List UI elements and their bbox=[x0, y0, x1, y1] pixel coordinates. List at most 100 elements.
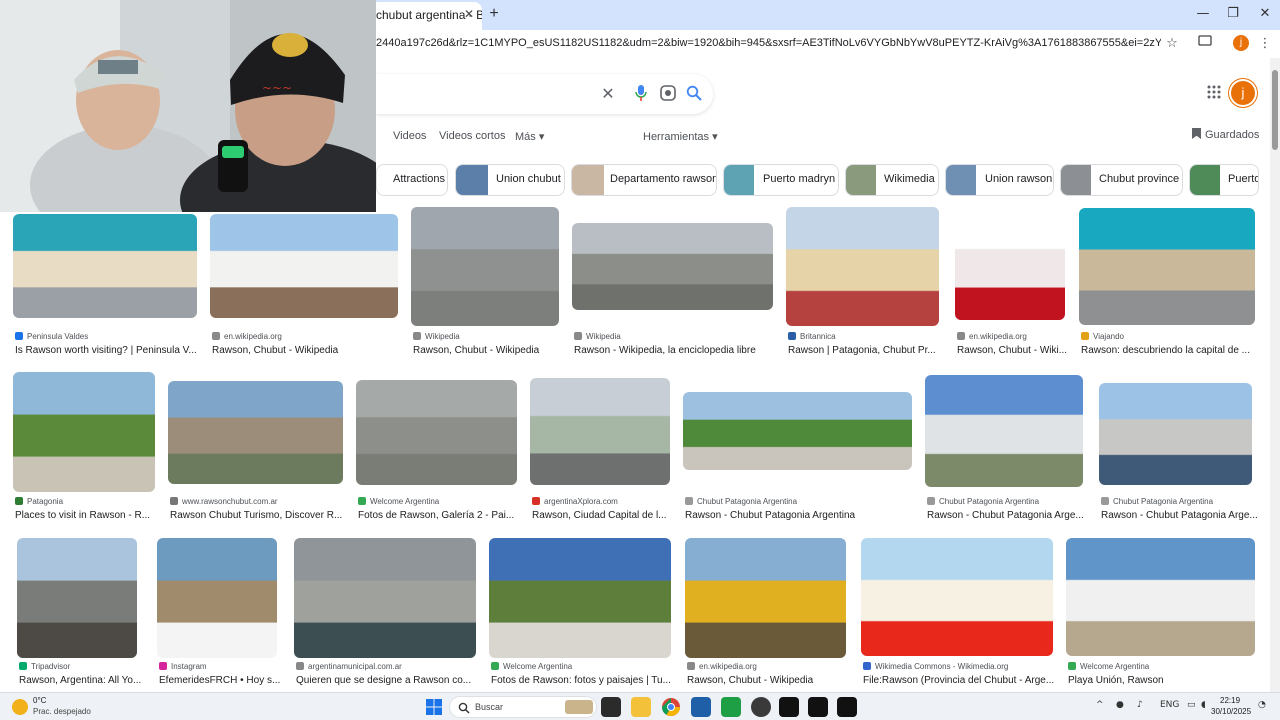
tray-app-icon[interactable]: ● bbox=[1116, 700, 1124, 710]
volume-icon[interactable]: ◖ bbox=[1201, 700, 1206, 710]
browser-menu-icon[interactable]: ⋮ bbox=[1256, 35, 1274, 53]
result-title[interactable]: Playa Unión, Rawson bbox=[1068, 675, 1273, 686]
app-icon-2[interactable] bbox=[808, 697, 828, 717]
chip-union-rawson[interactable]: Union rawson bbox=[945, 164, 1054, 196]
maximize-button[interactable]: ❐ bbox=[1218, 4, 1248, 24]
tray-chevron-icon[interactable]: ^ bbox=[1096, 700, 1104, 710]
result-title[interactable]: Rawson: descubriendo la capital de ... bbox=[1081, 345, 1266, 356]
result-source[interactable]: Chubut Patagonia Argentina bbox=[927, 497, 1097, 506]
result-source[interactable]: Wikipedia bbox=[574, 332, 784, 341]
result-source[interactable]: Wikimedia Commons - Wikimedia.org bbox=[863, 662, 1073, 671]
weather-icon[interactable] bbox=[12, 699, 28, 715]
bookmark-star-icon[interactable]: ☆ bbox=[1163, 35, 1181, 53]
result-source[interactable]: Patagonia bbox=[15, 497, 175, 506]
result-title[interactable]: Is Rawson worth visiting? | Peninsula V.… bbox=[15, 345, 224, 356]
tab-short-videos[interactable]: Videos cortos bbox=[439, 130, 505, 142]
voice-search-icon[interactable] bbox=[631, 85, 651, 103]
result-title[interactable]: Rawson, Chubut - Wikipedia bbox=[212, 345, 412, 356]
result-source[interactable]: Peninsula Valdes bbox=[15, 332, 224, 341]
result-thumbnail[interactable] bbox=[786, 207, 939, 326]
result-title[interactable]: Rawson, Argentina: All Yo... bbox=[19, 675, 169, 686]
file-explorer-icon[interactable] bbox=[631, 697, 651, 717]
chip-attractions[interactable]: Attractions bbox=[376, 164, 448, 196]
result-source[interactable]: en.wikipedia.org bbox=[687, 662, 867, 671]
result-thumbnail[interactable] bbox=[210, 214, 398, 318]
result-title[interactable]: Rawson, Chubut - Wikipedia bbox=[687, 675, 867, 686]
result-thumbnail[interactable] bbox=[685, 538, 846, 658]
result-title[interactable]: Rawson - Chubut Patagonia Arge... bbox=[927, 510, 1097, 521]
tab-videos[interactable]: Videos bbox=[393, 130, 426, 142]
result-title[interactable]: Rawson - Wikipedia, la enciclopedia libr… bbox=[574, 345, 784, 356]
result-source[interactable]: argentinamunicipal.com.ar bbox=[296, 662, 496, 671]
start-button[interactable] bbox=[424, 697, 444, 717]
chip-wikimedia[interactable]: Wikimedia bbox=[845, 164, 939, 196]
result-source[interactable]: en.wikipedia.org bbox=[212, 332, 412, 341]
result-source[interactable]: Welcome Argentina bbox=[1068, 662, 1273, 671]
new-tab-button[interactable]: + bbox=[485, 5, 503, 23]
result-thumbnail[interactable] bbox=[168, 381, 343, 484]
microphone-icon[interactable]: ♪ bbox=[1137, 700, 1143, 710]
saved-button[interactable]: Guardados bbox=[1192, 128, 1259, 141]
result-thumbnail[interactable] bbox=[157, 538, 277, 658]
chip-puerto[interactable]: Puerto bbox=[1189, 164, 1259, 196]
result-thumbnail[interactable] bbox=[955, 210, 1065, 320]
result-title[interactable]: Rawson - Chubut Patagonia Argentina bbox=[685, 510, 915, 521]
result-source[interactable]: Chubut Patagonia Argentina bbox=[685, 497, 915, 506]
result-source[interactable]: argentinaXplora.com bbox=[532, 497, 692, 506]
result-title[interactable]: Rawson, Ciudad Capital de l... bbox=[532, 510, 692, 521]
google-account-avatar[interactable]: j bbox=[1231, 81, 1255, 105]
taskbar-search[interactable]: Buscar bbox=[449, 696, 597, 718]
language-indicator[interactable]: ENG bbox=[1160, 700, 1179, 710]
clock-time[interactable]: 22:19 bbox=[1220, 696, 1240, 705]
clear-search-icon[interactable]: ✕ bbox=[598, 85, 618, 103]
result-thumbnail[interactable] bbox=[1079, 208, 1255, 325]
result-source[interactable]: Welcome Argentina bbox=[491, 662, 691, 671]
result-source[interactable]: Instagram bbox=[159, 662, 309, 671]
result-thumbnail[interactable] bbox=[13, 214, 197, 318]
result-title[interactable]: Places to visit in Rawson - R... bbox=[15, 510, 175, 521]
scrollbar-thumb[interactable] bbox=[1272, 70, 1278, 150]
chip-chubut-province[interactable]: Chubut province bbox=[1060, 164, 1183, 196]
store-icon[interactable] bbox=[691, 697, 711, 717]
address-bar[interactable]: 2440a197c26d&rlz=1C1MYPO_esUS1182US1182&… bbox=[376, 37, 1161, 49]
obs-icon[interactable] bbox=[751, 697, 771, 717]
result-source[interactable]: Welcome Argentina bbox=[358, 497, 533, 506]
result-thumbnail[interactable] bbox=[683, 392, 912, 470]
xbox-icon[interactable] bbox=[721, 697, 741, 717]
result-title[interactable]: Rawson Chubut Turismo, Discover R... bbox=[170, 510, 365, 521]
profile-avatar[interactable]: j bbox=[1233, 35, 1249, 51]
result-thumbnail[interactable] bbox=[411, 207, 559, 326]
result-title[interactable]: EfemeridesFRCH • Hoy s... bbox=[159, 675, 309, 686]
result-source[interactable]: Wikipedia bbox=[413, 332, 583, 341]
result-thumbnail[interactable] bbox=[356, 380, 517, 485]
search-box[interactable]: ✕ bbox=[376, 74, 713, 114]
result-title[interactable]: Quieren que se designe a Rawson co... bbox=[296, 675, 496, 686]
result-source[interactable]: Viajando bbox=[1081, 332, 1266, 341]
page-scrollbar[interactable] bbox=[1270, 58, 1280, 692]
close-window-button[interactable]: ✕ bbox=[1250, 4, 1280, 24]
google-apps-icon[interactable] bbox=[1204, 84, 1224, 104]
chip-union-chubut[interactable]: Union chubut bbox=[455, 164, 565, 196]
app-icon-1[interactable] bbox=[779, 697, 799, 717]
result-title[interactable]: Rawson - Chubut Patagonia Arge... bbox=[1101, 510, 1271, 521]
result-thumbnail[interactable] bbox=[572, 223, 773, 310]
app-icon-3[interactable] bbox=[837, 697, 857, 717]
chip-departamento-rawson[interactable]: Departamento rawson bbox=[571, 164, 717, 196]
result-title[interactable]: Rawson, Chubut - Wikipedia bbox=[413, 345, 583, 356]
result-title[interactable]: Rawson | Patagonia, Chubut Pr... bbox=[788, 345, 958, 356]
result-thumbnail[interactable] bbox=[925, 375, 1083, 487]
tab-more[interactable]: Más ▾ bbox=[515, 130, 544, 143]
result-source[interactable]: www.rawsonchubut.com.ar bbox=[170, 497, 365, 506]
result-title[interactable]: File:Rawson (Provincia del Chubut - Arge… bbox=[863, 675, 1073, 686]
result-thumbnail[interactable] bbox=[1099, 383, 1252, 485]
tools-button[interactable]: Herramientas ▾ bbox=[643, 130, 718, 143]
result-source[interactable]: Tripadvisor bbox=[19, 662, 169, 671]
clock-date[interactable]: 30/10/2025 bbox=[1211, 707, 1251, 716]
result-source[interactable]: Chubut Patagonia Argentina bbox=[1101, 497, 1271, 506]
result-thumbnail[interactable] bbox=[861, 538, 1053, 656]
cast-icon[interactable] bbox=[1196, 35, 1214, 53]
close-tab-icon[interactable]: ✕ bbox=[461, 6, 477, 22]
result-source[interactable]: Britannica bbox=[788, 332, 958, 341]
result-title[interactable]: Fotos de Rawson, Galería 2 - Pai... bbox=[358, 510, 533, 521]
result-thumbnail[interactable] bbox=[13, 372, 155, 492]
